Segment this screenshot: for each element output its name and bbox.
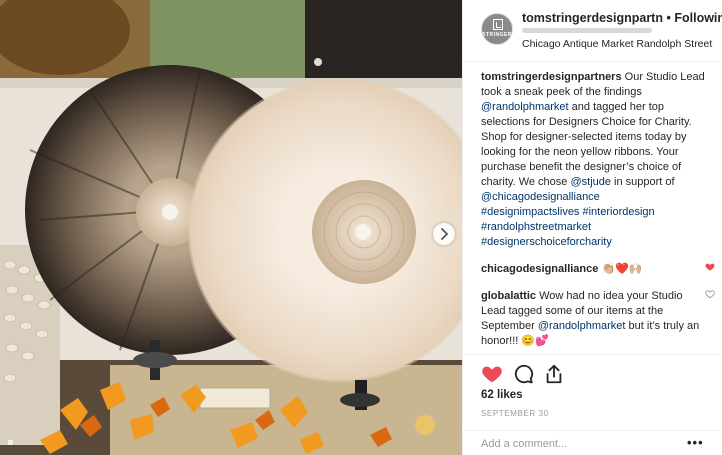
hashtag-designerschoiceforcharity[interactable]: #designerschoiceforcharity xyxy=(481,236,612,248)
following-button[interactable]: Following xyxy=(674,11,722,25)
comment-author[interactable]: globalattic xyxy=(481,290,536,302)
heart-filled-icon[interactable] xyxy=(481,363,503,385)
post-side-panel: STRINGER tomstringerdesignpartn • Follow… xyxy=(462,0,722,455)
post-date: SEPTEMBER 30 xyxy=(481,409,549,418)
caption-text-2: and tagged her top selections for Design… xyxy=(481,101,692,188)
sponsored-placeholder-bar xyxy=(522,28,652,33)
caption: tomstringerdesignpartners Our Studio Lea… xyxy=(481,70,705,250)
separator-dot: • xyxy=(666,11,671,25)
caption-text-3: in support of xyxy=(611,176,675,188)
mention-stjude[interactable]: @stjude xyxy=(570,176,611,188)
mention-randolphmarket[interactable]: @randolphmarket xyxy=(481,101,569,113)
comment-item: globalattic Wow had no idea your Studio … xyxy=(481,289,715,349)
hashtag-designimpactslives[interactable]: #designimpactslives xyxy=(481,206,579,218)
comments-list: tomstringerdesignpartners Our Studio Lea… xyxy=(463,62,722,354)
comment-text: 👏🏼❤️🙌🏼 xyxy=(601,263,643,275)
carousel-indicator xyxy=(8,440,13,445)
post-header: STRINGER tomstringerdesignpartn • Follow… xyxy=(463,0,722,62)
comment-item: chicagodesignalliance 👏🏼❤️🙌🏼 xyxy=(481,262,715,277)
mention-chicagodesignalliance[interactable]: @chicagodesignalliance xyxy=(481,191,600,203)
header-top-line: tomstringerdesignpartn • Following xyxy=(522,11,722,25)
share-icon[interactable] xyxy=(543,363,565,385)
post-actions: 62 likes SEPTEMBER 30 xyxy=(463,354,722,438)
avatar[interactable]: STRINGER xyxy=(481,13,513,45)
more-options-button[interactable]: ••• xyxy=(687,435,704,450)
comment-icon[interactable] xyxy=(513,363,535,385)
post-photo[interactable] xyxy=(0,0,462,455)
avatar-brand-text: STRINGER xyxy=(482,32,512,38)
brand-mark-icon xyxy=(493,19,503,30)
username-link[interactable]: tomstringerdesignpartn xyxy=(522,11,663,25)
hashtag-randolphstreetmarket[interactable]: #randolphstreetmarket xyxy=(481,221,591,233)
comment-author[interactable]: chicagodesignalliance xyxy=(481,263,598,275)
likes-count[interactable]: 62 likes xyxy=(481,389,523,401)
next-photo-button[interactable] xyxy=(433,223,455,245)
add-comment-bar: ••• xyxy=(463,430,722,455)
mention-randolphmarket[interactable]: @randolphmarket xyxy=(538,320,626,332)
heart-outline-icon[interactable] xyxy=(705,289,715,299)
heart-filled-icon[interactable] xyxy=(705,262,715,272)
hashtag-interiordesign[interactable]: #interiordesign xyxy=(583,206,655,218)
photo-image xyxy=(0,0,462,455)
chevron-right-icon xyxy=(441,228,449,240)
add-comment-input[interactable] xyxy=(481,435,681,453)
location-link[interactable]: Chicago Antique Market Randolph Street xyxy=(522,38,712,50)
caption-author[interactable]: tomstringerdesignpartners xyxy=(481,71,622,83)
